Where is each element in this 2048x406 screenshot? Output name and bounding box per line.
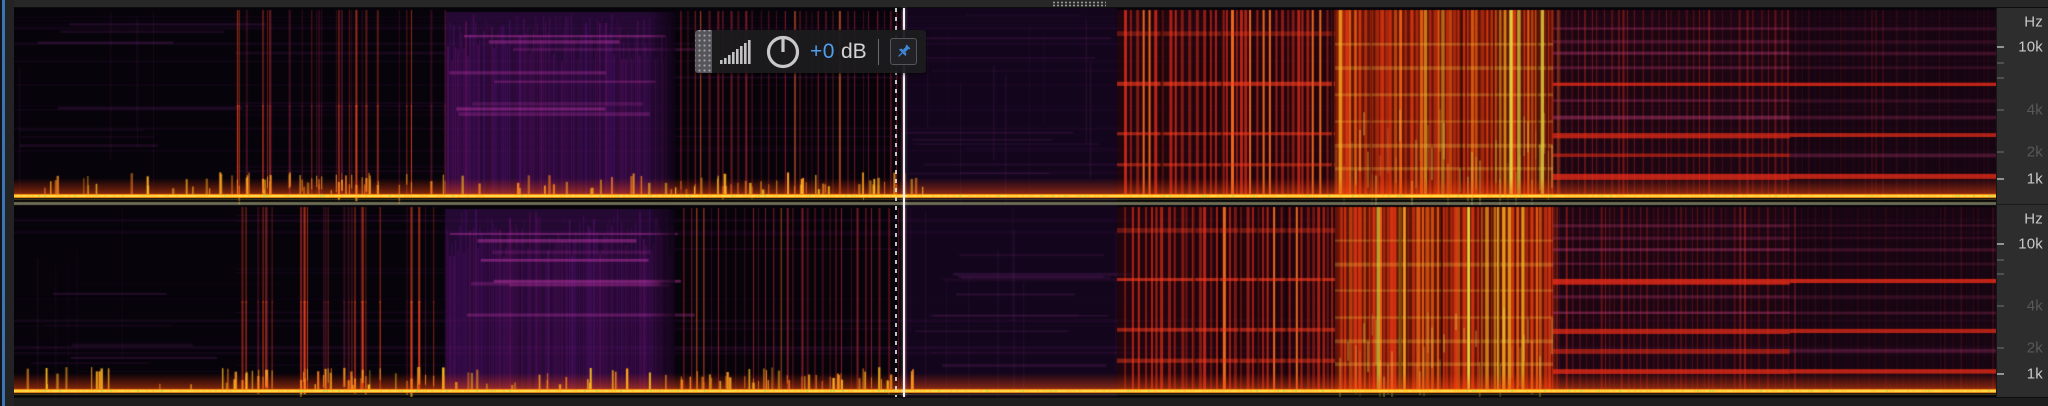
freq-label: Hz (2024, 210, 2043, 228)
freq-label: 2k (2026, 339, 2043, 357)
freq-tick (1997, 273, 2004, 275)
freq-label: 1k (2026, 365, 2043, 383)
freq-label: 10k (2018, 235, 2043, 253)
freq-tick (1997, 109, 2004, 111)
freq-tick (1997, 259, 2004, 261)
freq-label: 4k (2026, 101, 2043, 119)
freq-tick (1997, 305, 2004, 307)
pushpin-icon (897, 44, 910, 57)
spectral-display-panel: +0 dB Hz 10k 4k 2k 1k Hz 10k 4k 2k 1k (0, 0, 2048, 406)
volume-meter-icon (720, 39, 751, 64)
freq-tick (1997, 62, 2004, 64)
freq-tick (1997, 347, 2004, 349)
spectrogram-canvas[interactable] (14, 8, 1996, 397)
freq-tick (1997, 243, 2004, 245)
freq-label: 4k (2026, 297, 2043, 315)
gain-hud: +0 dB (695, 30, 926, 73)
frequency-ruler-channel-1: Hz 10k 4k 2k 1k (1997, 8, 2048, 203)
panel-top-bar (14, 0, 2048, 8)
panel-left-gutter (5, 0, 14, 406)
frequency-ruler-channel-2: Hz 10k 4k 2k 1k (1997, 204, 2048, 397)
freq-tick (1997, 77, 2004, 79)
gain-unit: dB (840, 39, 867, 63)
freq-tick (1997, 151, 2004, 153)
panel-drag-grip-icon[interactable] (1052, 1, 1106, 7)
frequency-ruler[interactable]: Hz 10k 4k 2k 1k Hz 10k 4k 2k 1k (1996, 8, 2048, 397)
freq-label: 2k (2026, 143, 2043, 161)
pin-button[interactable] (889, 38, 917, 65)
hud-separator (877, 38, 879, 65)
hud-drag-handle[interactable] (695, 30, 712, 73)
freq-label: 1k (2026, 170, 2043, 188)
freq-tick (1997, 46, 2004, 48)
gain-value[interactable]: +0 (810, 40, 835, 64)
freq-label: Hz (2024, 13, 2043, 31)
gain-knob-icon[interactable] (765, 34, 801, 70)
panel-bottom-bar (14, 397, 2048, 406)
freq-tick (1997, 373, 2004, 375)
freq-tick (1997, 178, 2004, 180)
freq-label: 10k (2018, 38, 2043, 56)
